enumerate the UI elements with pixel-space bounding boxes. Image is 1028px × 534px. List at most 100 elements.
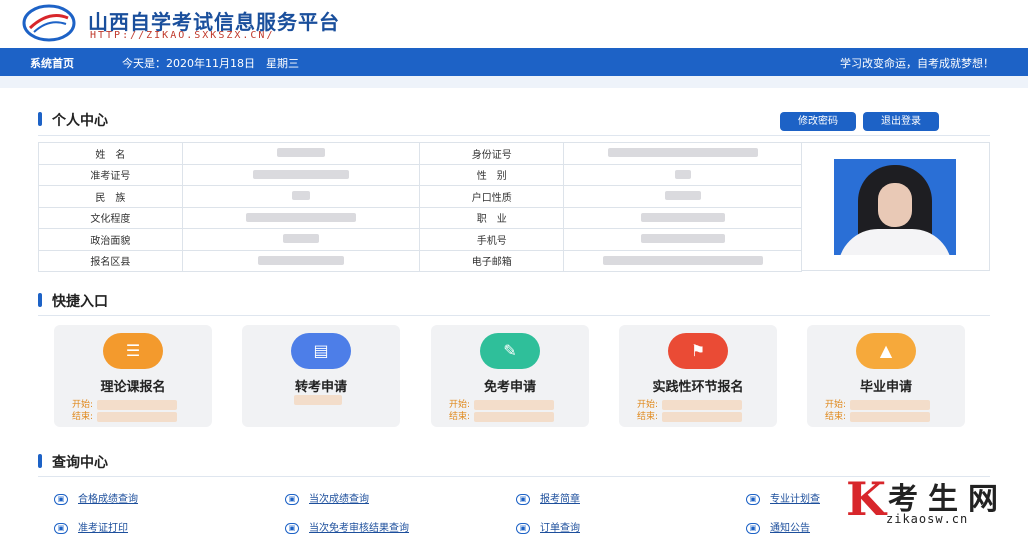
value-household-type [563, 185, 802, 208]
value-district [181, 249, 421, 272]
redacted-value [850, 399, 931, 410]
value-ethnicity [181, 185, 421, 208]
redacted-value [97, 411, 178, 422]
card-theory-course-registration[interactable]: ☰ 理论课报名 开始: 结束: [54, 325, 212, 427]
card-meta [294, 395, 342, 406]
watermark: K 考生网 zikaosw.cn [846, 474, 1024, 532]
card-end: 结束: [449, 409, 555, 422]
card-transfer-application[interactable]: ▤ 转考申请 [242, 325, 400, 427]
card-title: 毕业申请 [859, 380, 912, 395]
quick-entry-title: 快捷入口 [38, 291, 108, 311]
link-exam-brochure[interactable]: ▣ 报考简章 [516, 490, 580, 505]
value-occupation [563, 206, 802, 229]
redacted-value [640, 212, 725, 222]
link-label: 专业计划查 [770, 494, 820, 505]
label-ethnicity: 民 族 [38, 185, 183, 208]
redacted-value [258, 255, 345, 265]
link-current-score-query[interactable]: ▣ 当次成绩查询 [285, 490, 369, 505]
redacted-value [283, 234, 320, 244]
photo-frame [801, 142, 990, 271]
value-phone [563, 228, 802, 251]
redacted-value [602, 255, 763, 265]
avatar [834, 159, 956, 255]
watermark-domain: zikaosw.cn [886, 512, 969, 526]
link-admission-ticket-print[interactable]: ▣ 准考证打印 [54, 519, 128, 534]
value-political-status [181, 228, 421, 251]
value-education [181, 206, 421, 229]
link-icon: ▣ [54, 493, 68, 505]
label-political-status: 政治面貌 [38, 228, 183, 251]
logout-button[interactable]: 退出登录 [863, 112, 939, 131]
value-id-number [563, 142, 802, 165]
slogan: 学习改变命运，自考成就梦想！ [840, 57, 994, 70]
link-exemption-result-query[interactable]: ▣ 当次免考审核结果查询 [285, 519, 409, 534]
avatar-face [878, 183, 912, 227]
link-label: 当次成绩查询 [309, 494, 369, 505]
link-order-query[interactable]: ▣ 订单查询 [516, 519, 580, 534]
table-row: 姓 名 身份证号 [38, 142, 802, 165]
header: 山西自学考试信息服务平台 HTTP://ZIKAO.SXKSZX.CN/ [0, 0, 1028, 48]
card-exemption-application[interactable]: ✎ 免考申请 开始: 结束: [431, 325, 589, 427]
link-pass-score-query[interactable]: ▣ 合格成绩查询 [54, 490, 138, 505]
table-row: 准考证号 性 别 [38, 163, 802, 186]
redacted-value [277, 148, 326, 158]
redacted-value [474, 399, 555, 410]
divider [38, 315, 990, 316]
redacted-value [664, 191, 701, 201]
today-date: 今天是：2020年11月18日 星期三 [122, 57, 299, 70]
card-title: 免考申请 [483, 380, 536, 395]
card-title: 转考申请 [294, 380, 347, 395]
link-icon: ▣ [285, 493, 299, 505]
redacted-value [850, 411, 931, 422]
flag-icon: ⚑ [668, 333, 728, 369]
end-label: 结束: [72, 412, 94, 422]
card-end: 结束: [72, 409, 178, 422]
link-icon: ▣ [285, 522, 299, 534]
link-icon: ▣ [516, 522, 530, 534]
navbar: 系统首页 今天是：2020年11月18日 星期三 学习改变命运，自考成就梦想！ [0, 48, 1028, 76]
card-practical-registration[interactable]: ⚑ 实践性环节报名 开始: 结束: [619, 325, 777, 427]
card-graduation-application[interactable]: ▲ 毕业申请 开始: 结束: [807, 325, 965, 427]
label-district: 报名区县 [38, 249, 183, 272]
link-label: 通知公告 [770, 523, 810, 534]
value-name [181, 142, 421, 165]
card-title: 理论课报名 [100, 380, 166, 395]
avatar-shirt [838, 229, 952, 255]
label-phone: 手机号 [419, 228, 565, 251]
site-url[interactable]: HTTP://ZIKAO.SXKSZX.CN/ [90, 30, 274, 41]
label-name: 姓 名 [38, 142, 183, 165]
stack-icon: ☰ [103, 333, 163, 369]
label-exam-number: 准考证号 [38, 163, 183, 186]
end-label: 结束: [449, 412, 471, 422]
link-label: 合格成绩查询 [78, 494, 138, 505]
change-password-button[interactable]: 修改密码 [780, 112, 856, 131]
redacted-value [292, 191, 311, 201]
table-row: 民 族 户口性质 [38, 185, 802, 208]
document-icon: ▤ [291, 333, 351, 369]
link-label: 报考简章 [540, 494, 580, 505]
value-exam-number [181, 163, 421, 186]
label-occupation: 职 业 [419, 206, 565, 229]
label-household-type: 户口性质 [419, 185, 565, 208]
value-gender [563, 163, 802, 186]
link-icon: ▣ [516, 493, 530, 505]
link-icon: ▣ [746, 493, 760, 505]
nav-home-link[interactable]: 系统首页 [30, 55, 74, 71]
end-label: 结束: [825, 412, 847, 422]
label-gender: 性 别 [419, 163, 565, 186]
redacted-value [662, 411, 743, 422]
redacted-value [474, 411, 555, 422]
header-band [0, 76, 1028, 88]
graduation-cap-icon: ▲ [856, 333, 916, 369]
link-notice[interactable]: ▣ 通知公告 [746, 519, 810, 534]
query-center-title: 查询中心 [38, 452, 108, 472]
link-label: 当次免考审核结果查询 [309, 523, 409, 534]
link-label: 订单查询 [540, 523, 580, 534]
redacted-value [674, 169, 691, 179]
card-end: 结束: [637, 409, 743, 422]
table-row: 政治面貌 手机号 [38, 228, 802, 251]
link-icon: ▣ [54, 522, 68, 534]
card-end: 结束: [825, 409, 931, 422]
link-major-plan-query[interactable]: ▣ 专业计划查 [746, 490, 820, 505]
table-row: 文化程度 职 业 [38, 206, 802, 229]
